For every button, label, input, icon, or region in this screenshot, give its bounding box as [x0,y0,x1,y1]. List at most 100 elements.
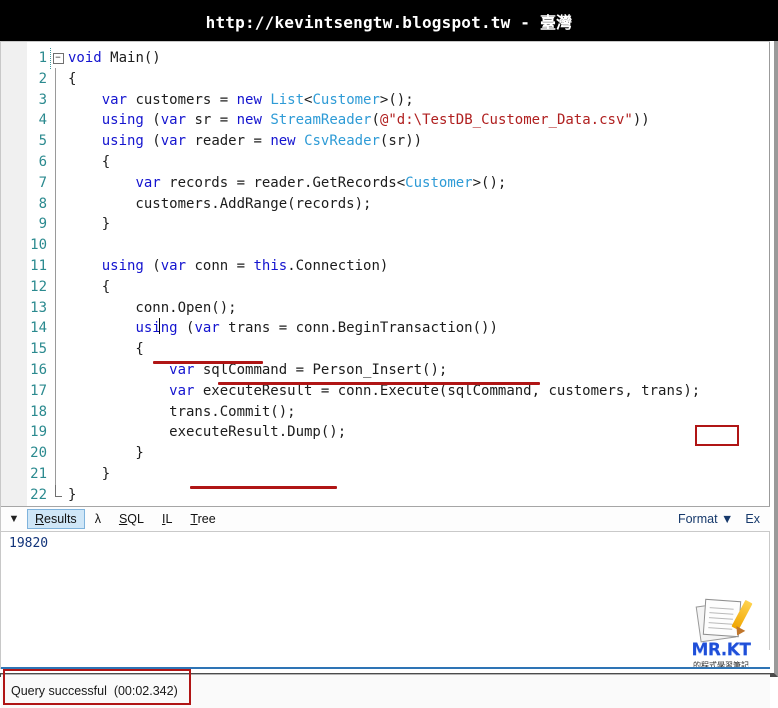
screenshot-root: http://kevintsengtw.blogspot.tw - 臺灣 1− v… [0,0,778,708]
tab-il[interactable]: IL [154,509,180,529]
line-number: 16 [30,361,47,378]
tab-lambda-label: λ [94,512,101,526]
code-text: } [68,216,111,233]
fold-bar [55,296,56,319]
code-text: trans.Commit(); [68,403,296,420]
line-number: 2 [38,70,47,87]
format-dropdown[interactable]: Format ▼ [672,512,739,526]
code-line: 12 { [1,275,769,298]
fold-bar [55,234,56,257]
tab-results-accel: R [35,512,45,526]
code-text: conn.Open(); [68,299,237,316]
tab-results[interactable]: Results [27,509,85,529]
code-text: using (var reader = new CsvReader(sr)) [101,133,423,150]
fold-column[interactable]: − [50,48,65,69]
format-label: Format [677,512,718,526]
results-toolbar: ▼ Results λ SQL IL Tree Format ▼ Ex [1,506,770,532]
code-line: 20 } [1,442,769,465]
line-number: 19 [30,424,47,441]
line-number: 8 [38,195,47,212]
code-line: 14 using (var trans = conn.BeginTransact… [1,317,769,340]
code-lines-container: 1− void Main() 2{3 var customers = new Lis… [1,48,769,506]
logo-brand: MR.KT [691,640,751,660]
export-button[interactable]: Ex [739,512,766,526]
code-text: var customers = new List<Customer>(); [101,91,414,108]
code-text: { [68,70,77,87]
code-line: 2{ [1,67,769,90]
code-line: 6 { [1,150,769,173]
line-number: 13 [30,299,47,316]
tab-il-rest: L [165,512,173,526]
fold-bar [55,150,56,173]
line-number: 10 [30,237,47,254]
text-caret [159,318,160,334]
result-row: 19820 [9,536,49,551]
line-number: 20 [30,445,47,462]
tab-lambda[interactable]: λ [87,509,109,529]
fold-bar [55,358,56,381]
line-number: 11 [30,257,47,274]
line-number: 18 [30,403,47,420]
annotation-underline-conn-open [153,361,263,364]
code-line: 18 trans.Commit(); [1,400,769,423]
line-number: 21 [30,465,47,482]
tab-results-rest: esults [44,512,77,526]
line-number: 12 [30,278,47,295]
code-text: } [68,445,144,462]
line-number: 17 [30,382,47,399]
code-text: using (var trans = conn.BeginTransaction… [135,320,498,337]
code-line: 16 var sqlCommand = Person_Insert(); [1,358,769,381]
line-number: 9 [38,216,47,233]
code-text: var records = reader.GetRecords<Customer… [135,174,507,191]
fold-bar [55,462,56,485]
code-text: customers.AddRange(records); [68,195,372,212]
code-text: executeResult.Dump(); [68,424,347,441]
fold-collapse-icon[interactable]: − [52,52,64,64]
code-line: 4 using (var sr = new StreamReader(@"d:\… [1,109,769,132]
linqpad-window: 1− void Main() 2{3 var customers = new Lis… [0,41,778,708]
fold-bar [55,275,56,298]
code-text: using (var sr = new StreamReader(@"d:\Te… [101,112,650,129]
banner-title: http://kevintsengtw.blogspot.tw - 臺灣 [205,12,573,32]
fold-bar [55,88,56,111]
line-number: 6 [38,153,47,170]
line-number: 14 [30,320,47,337]
notepad-pencil-icon [695,598,753,643]
code-editor[interactable]: 1− void Main() 2{3 var customers = new Lis… [1,42,770,506]
fold-bar [55,254,56,277]
code-line: 5 using (var reader = new CsvReader(sr)) [1,130,769,153]
code-text: { [68,341,144,358]
code-line: 19 executeResult.Dump(); [1,421,769,444]
code-line: 15 { [1,338,769,361]
tab-sql[interactable]: SQL [111,509,152,529]
fold-bar [55,67,56,90]
code-line: 1− void Main() [1,48,769,69]
code-line: 10 [1,234,769,257]
fold-bar [55,213,56,236]
chevron-down-icon[interactable]: ▼ [1,513,27,525]
results-toolbar-right: Format ▼ Ex [672,512,770,526]
fold-bar [55,442,56,465]
fold-bar [55,400,56,423]
line-number: 15 [30,341,47,358]
annotation-box-trans [695,425,739,446]
window-content: 1− void Main() 2{3 var customers = new Lis… [0,41,770,708]
annotation-underline-trans-commit [190,486,337,489]
code-line: 3 var customers = new List<Customer>(); [1,88,769,111]
tab-sql-rest: QL [127,512,144,526]
line-number: 22 [30,486,47,503]
fold-end-icon [55,484,62,497]
code-line: 9 } [1,213,769,236]
fold-bar [55,171,56,194]
status-bar: Query successful (00:02.342) [1,669,770,708]
watermark-logo: MR.KT 的程式學習筆記 [678,598,764,690]
code-line: 21 } [1,462,769,485]
logo-subtitle: 的程式學習筆記 [693,661,749,670]
fold-bar [55,192,56,215]
chevron-down-icon-format: ▼ [721,512,734,526]
tab-tree-accel: T [190,512,198,526]
tab-tree[interactable]: Tree [182,509,223,529]
fold-bar [55,421,56,444]
code-text: } [68,486,77,503]
results-pane[interactable]: 19820 [1,532,770,650]
